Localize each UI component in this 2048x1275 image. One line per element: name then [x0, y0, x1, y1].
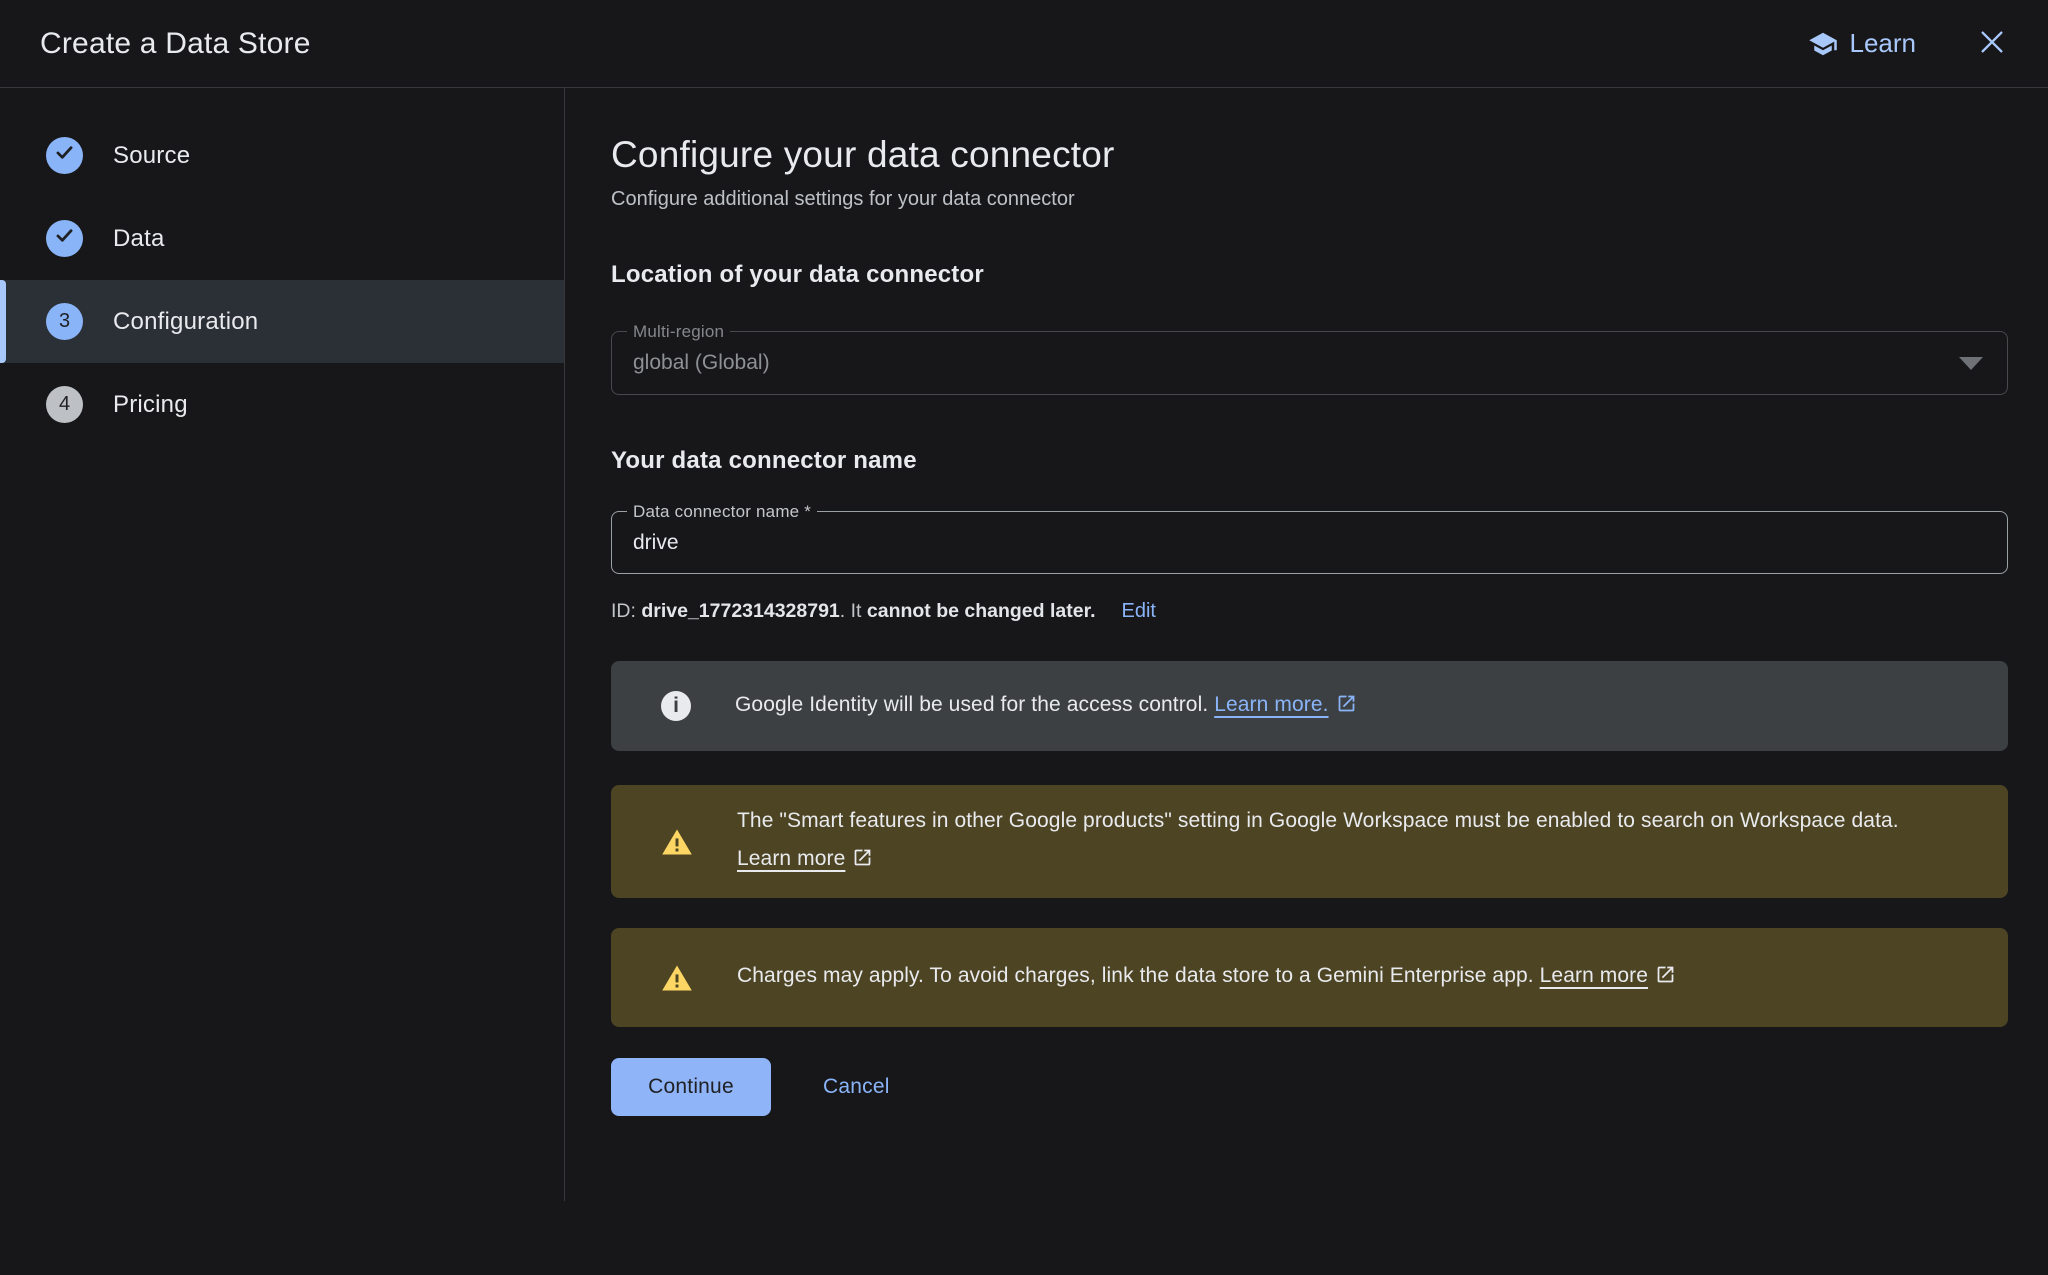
step-data-label: Data: [113, 225, 165, 253]
charges-warning-text: Charges may apply. To avoid charges, lin…: [737, 957, 1676, 998]
step-pricing-label: Pricing: [113, 391, 188, 419]
step-data-check-circle: [46, 220, 83, 257]
form-actions: Continue Cancel: [611, 1058, 2008, 1116]
info-banner: i Google Identity will be used for the a…: [611, 661, 2008, 751]
school-icon: [1808, 29, 1838, 59]
name-section-heading: Your data connector name: [611, 447, 2008, 475]
close-button[interactable]: [1972, 22, 2012, 65]
multi-region-select-value: global (Global): [633, 351, 1959, 375]
id-note: cannot be changed later.: [867, 600, 1096, 623]
header-actions: Learn: [1808, 22, 2013, 65]
step-source[interactable]: Source: [0, 114, 565, 197]
data-connector-name-input[interactable]: [612, 512, 2007, 573]
workspace-warning-text: The "Smart features in other Google prod…: [737, 802, 1953, 881]
step-source-check-circle: [46, 137, 83, 174]
page-title: Configure your data connector: [611, 134, 2008, 176]
open-in-new-icon[interactable]: [1655, 960, 1676, 998]
open-in-new-icon[interactable]: [1336, 689, 1357, 727]
check-icon: [54, 142, 75, 169]
step-configuration-label: Configuration: [113, 308, 258, 336]
dialog-title: Create a Data Store: [40, 27, 311, 61]
learn-link-label: Learn: [1850, 28, 1917, 59]
dropdown-arrow-icon: [1959, 357, 1983, 370]
id-mid: . It: [840, 600, 867, 623]
dialog-header: Create a Data Store Learn: [0, 0, 2048, 88]
learn-link[interactable]: Learn: [1808, 28, 1917, 59]
active-step-indicator: [0, 280, 6, 363]
cancel-button[interactable]: Cancel: [823, 1075, 890, 1099]
stepper-sidebar: Source Data 3 Configuration 4 Pricing: [0, 88, 565, 1275]
multi-region-select-label: Multi-region: [627, 322, 730, 342]
step-pricing[interactable]: 4 Pricing: [0, 363, 565, 446]
info-banner-text: Google Identity will be used for the acc…: [735, 686, 1357, 727]
edit-id-link[interactable]: Edit: [1122, 600, 1156, 623]
data-connector-name-label: Data connector name *: [627, 502, 817, 522]
close-icon: [1976, 26, 2008, 61]
step-configuration[interactable]: 3 Configuration: [0, 280, 565, 363]
multi-region-select[interactable]: Multi-region global (Global): [611, 331, 2008, 395]
id-value: drive_1772314328791: [641, 600, 839, 623]
warning-icon: [661, 962, 693, 994]
check-icon: [54, 225, 75, 252]
charges-learn-more-link[interactable]: Learn more: [1540, 964, 1648, 987]
info-icon: i: [661, 691, 691, 721]
workspace-warning-banner: The "Smart features in other Google prod…: [611, 785, 2008, 898]
page-subtitle: Configure additional settings for your d…: [611, 188, 2008, 211]
step-data[interactable]: Data: [0, 197, 565, 280]
create-data-store-dialog: Create a Data Store Learn Sourc: [0, 0, 2048, 1275]
id-prefix: ID:: [611, 600, 641, 623]
continue-button[interactable]: Continue: [611, 1058, 771, 1116]
workspace-learn-more-link[interactable]: Learn more: [737, 847, 845, 870]
info-learn-more-link[interactable]: Learn more.: [1214, 693, 1328, 716]
step-configuration-number-circle: 3: [46, 303, 83, 340]
data-connector-name-field: Data connector name *: [611, 511, 2008, 574]
location-section-heading: Location of your data connector: [611, 261, 2008, 289]
configuration-panel: Configure your data connector Configure …: [566, 88, 2048, 1275]
open-in-new-icon[interactable]: [852, 843, 873, 881]
step-pricing-number-circle: 4: [46, 386, 83, 423]
step-source-label: Source: [113, 142, 190, 170]
warning-icon: [661, 826, 693, 858]
charges-warning-banner: Charges may apply. To avoid charges, lin…: [611, 928, 2008, 1027]
connector-id-line: ID: drive_1772314328791 . It cannot be c…: [611, 600, 2008, 623]
